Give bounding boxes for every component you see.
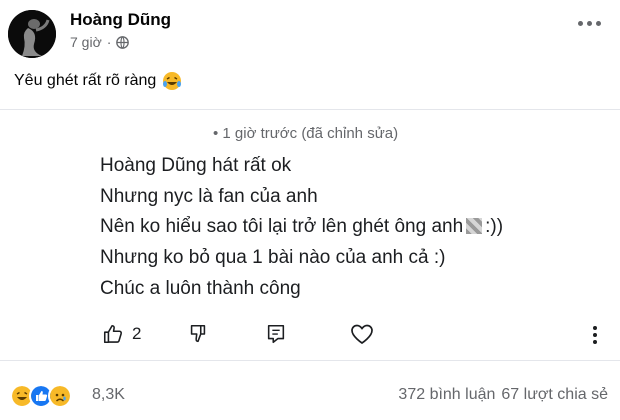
comment-line: Nhưng nyc là fan của anh <box>100 186 318 207</box>
comment-line-with-blur: Nên ko hiểu sao tôi lại trở lên ghét ông… <box>100 216 503 238</box>
comment-line: Hoàng Dũng hát rất ok <box>100 155 292 176</box>
post-meta: 7 giờ · <box>70 34 130 50</box>
author-name[interactable]: Hoàng Dũng <box>70 10 171 30</box>
comment-count-link[interactable]: 372 bình luận <box>398 386 495 404</box>
meta-separator: · <box>106 34 112 50</box>
thumbs-up-icon <box>103 324 123 344</box>
pixelated-emoji <box>466 218 483 234</box>
comment-like-count: 2 <box>132 324 142 343</box>
comment-heart-button[interactable] <box>350 323 374 345</box>
author-avatar[interactable] <box>8 10 56 58</box>
comment-line: Nhưng ko bỏ qua 1 bài nào của anh cả :) <box>100 247 446 268</box>
comment-line-suffix: :)) <box>485 216 504 237</box>
reaction-count[interactable]: 8,3K <box>92 386 125 404</box>
globe-icon[interactable] <box>116 35 130 49</box>
comment-line: Chúc a luôn thành công <box>100 278 301 299</box>
comment-more-icon[interactable] <box>592 325 598 345</box>
sad-reaction-icon <box>48 384 72 408</box>
reply-comment-icon <box>267 324 285 344</box>
thumbs-down-icon <box>190 324 206 343</box>
comment-time: • 1 giờ trước (đã chỉnh sửa) <box>213 125 399 142</box>
post-time[interactable]: 7 giờ <box>70 34 102 50</box>
laughing-tears-emoji-icon <box>163 72 182 90</box>
comment-reply-button[interactable] <box>265 323 287 345</box>
more-options-icon[interactable] <box>578 18 606 28</box>
reaction-icons[interactable] <box>10 384 72 408</box>
avatar-image <box>8 10 56 58</box>
comment-line-text: Nên ko hiểu sao tôi lại trở lên ghét ông… <box>100 216 464 237</box>
share-count-link[interactable]: 67 lượt chia sẻ <box>501 386 608 404</box>
post-stats: 372 bình luận 67 lượt chia sẻ <box>398 386 608 404</box>
heart-icon <box>351 324 373 345</box>
comment-like-button[interactable]: 2 <box>102 323 141 345</box>
post-caption: Yêu ghét rất rõ ràng <box>14 71 182 91</box>
comment-dislike-button[interactable] <box>187 323 209 345</box>
caption-text: Yêu ghét rất rõ ràng <box>14 72 157 89</box>
